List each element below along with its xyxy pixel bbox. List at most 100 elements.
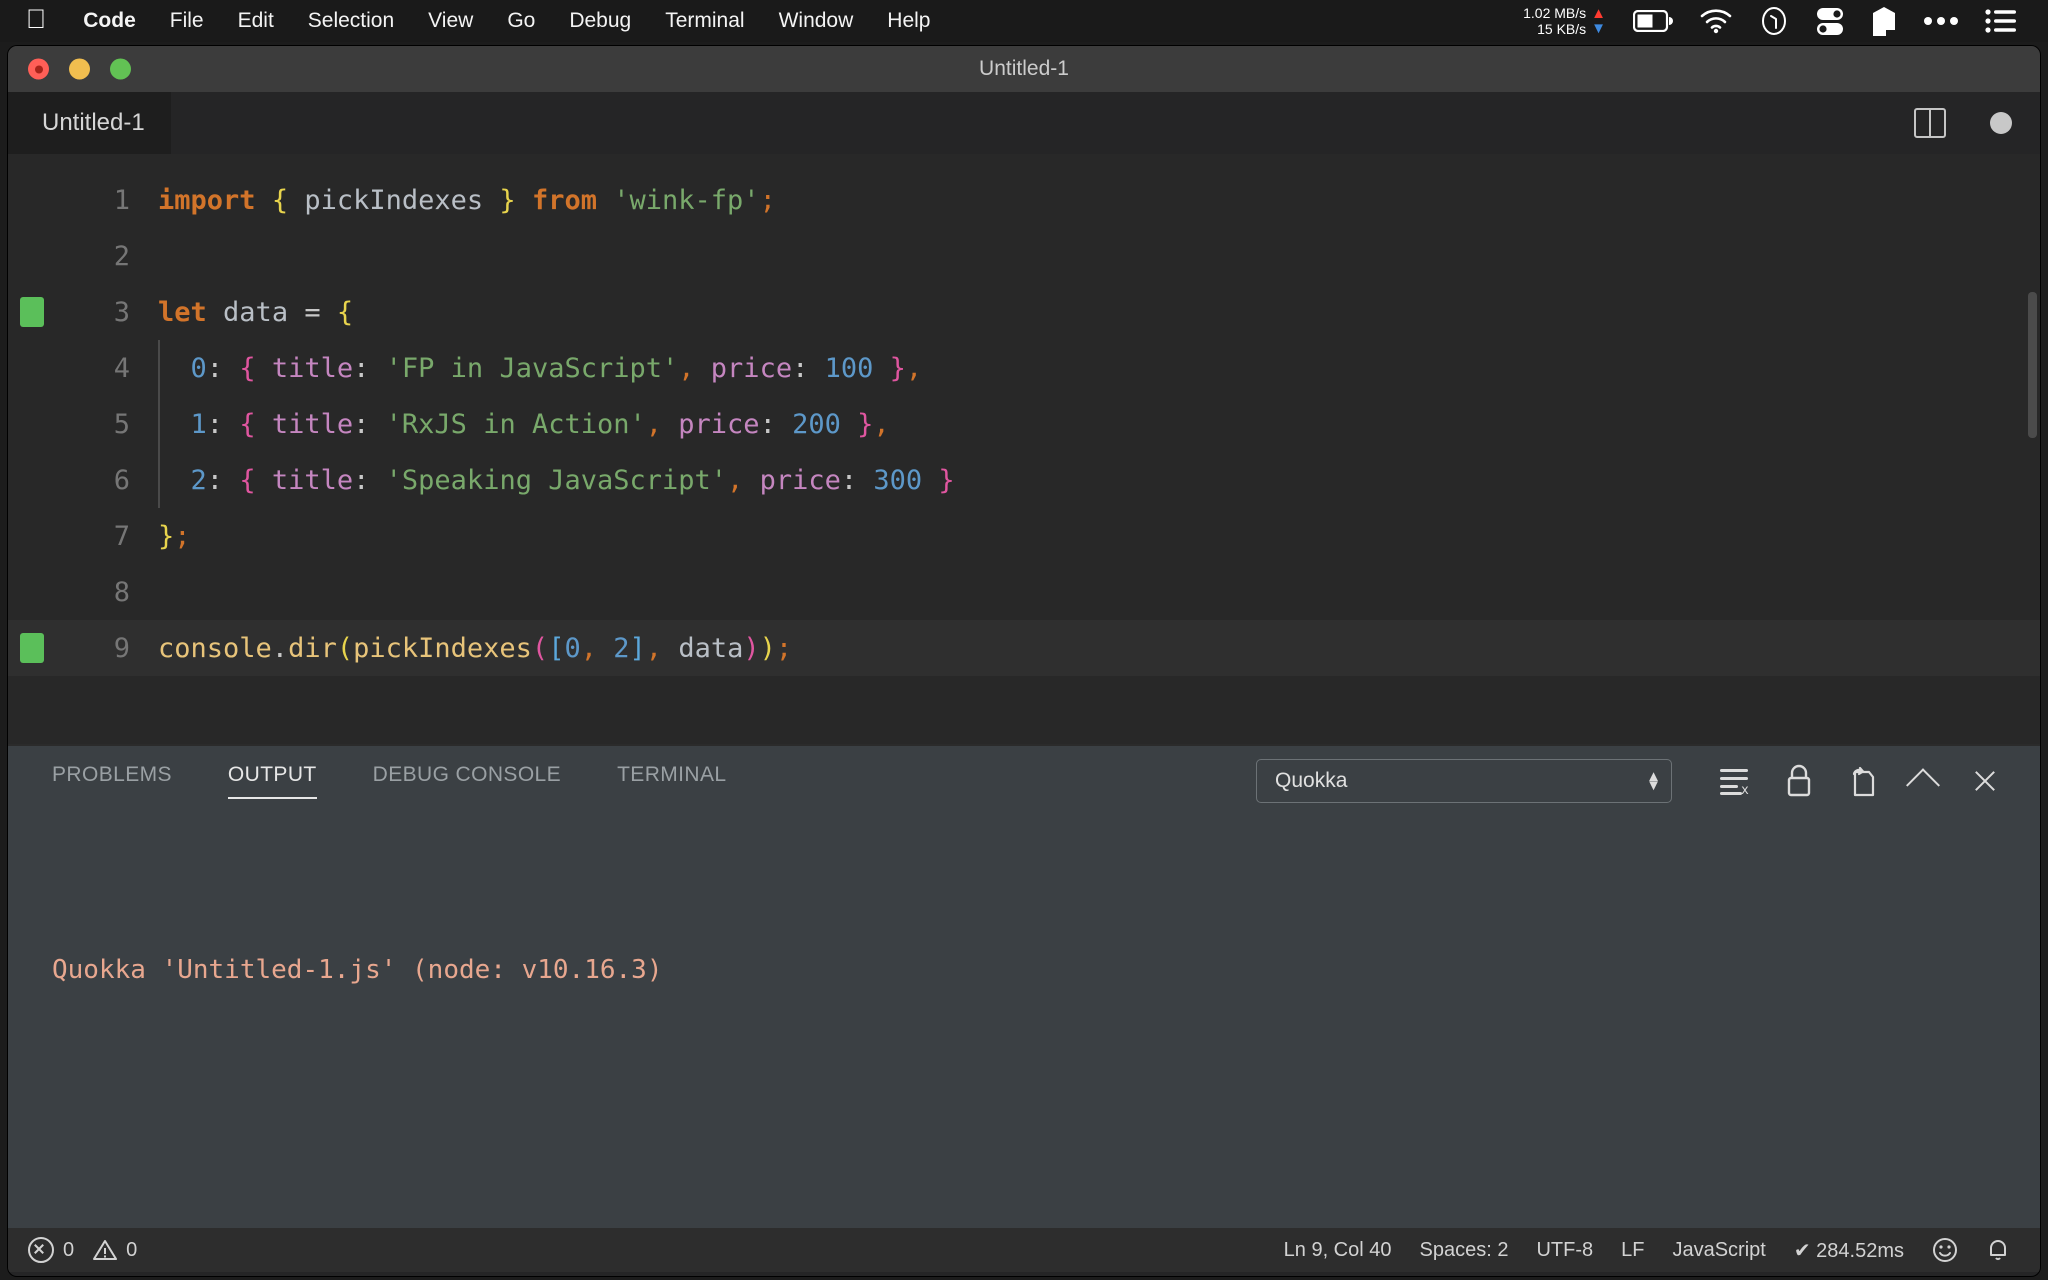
- quokka-run-time[interactable]: ✔ 284.52ms: [1780, 1238, 1918, 1263]
- code-line[interactable]: 9 console.dir(pickIndexes([0, 2], data));: [8, 620, 2040, 676]
- code-line[interactable]: 1 import { pickIndexes } from 'wink-fp';: [8, 172, 2040, 228]
- toggles-icon[interactable]: [1802, 0, 1858, 42]
- menu-item-file[interactable]: File: [153, 9, 221, 33]
- close-panel-icon[interactable]: [1954, 746, 2016, 816]
- code-line[interactable]: 8: [8, 564, 2040, 620]
- eol-setting[interactable]: LF: [1607, 1239, 1658, 1262]
- line-number: 6: [113, 464, 130, 496]
- code-line[interactable]: 5 1: { title: 'RxJS in Action', price: 2…: [8, 395, 2040, 452]
- menu-item-window[interactable]: Window: [762, 9, 871, 33]
- code-token: :: [353, 352, 370, 384]
- panel-actions: Quokka ▲ ▼ x: [1256, 746, 2016, 816]
- breakpoint-marker-icon[interactable]: [20, 633, 44, 663]
- output-content[interactable]: Quokka 'Untitled-1.js' (node: v10.16.3) …: [8, 816, 2040, 1276]
- code-token: }: [158, 520, 175, 552]
- code-token: ,: [727, 464, 744, 496]
- battery-icon[interactable]: [1620, 0, 1686, 42]
- code-lines-container: 1 import { pickIndexes } from 'wink-fp'; 2…: [8, 172, 2040, 676]
- cursor-position[interactable]: Ln 9, Col 40: [1270, 1239, 1406, 1262]
- indent-guide: [158, 395, 160, 452]
- breakpoint-marker-icon[interactable]: [20, 297, 44, 327]
- upload-arrow-icon: ▲: [1591, 5, 1606, 22]
- language-mode[interactable]: JavaScript: [1658, 1239, 1779, 1262]
- code-token: 'FP in JavaScript': [385, 352, 679, 384]
- panel-tab-problems[interactable]: PROBLEMS: [52, 763, 172, 799]
- wifi-icon[interactable]: [1686, 0, 1746, 42]
- network-download-speed: 15 KB/s: [1537, 21, 1587, 37]
- collapse-panel-icon[interactable]: [1892, 746, 1954, 816]
- unsaved-dot-icon[interactable]: [1990, 112, 2012, 134]
- code-token: dir: [288, 632, 337, 664]
- panel-tab-terminal[interactable]: TERMINAL: [617, 763, 726, 799]
- editor-tab-untitled-1[interactable]: Untitled-1: [8, 92, 171, 154]
- panel-tab-output[interactable]: OUTPUT: [227, 763, 317, 799]
- split-editor-icon[interactable]: [1914, 108, 1946, 138]
- indent-guide: [158, 451, 160, 508]
- window-title: Untitled-1: [979, 57, 1069, 80]
- indentation-setting[interactable]: Spaces: 2: [1406, 1239, 1523, 1262]
- output-channel-select[interactable]: Quokka ▲ ▼: [1256, 759, 1672, 803]
- code-token: :: [206, 408, 224, 440]
- svg-text:x: x: [1741, 783, 1749, 796]
- menu-item-go[interactable]: Go: [490, 9, 552, 33]
- warning-icon: [93, 1239, 118, 1261]
- code-token: from: [531, 184, 597, 216]
- menu-item-view[interactable]: View: [411, 9, 490, 33]
- apple-logo-icon[interactable]: : [22, 5, 66, 37]
- code-token: 100: [824, 352, 874, 384]
- code-token: 2: [613, 632, 630, 664]
- menu-item-terminal[interactable]: Terminal: [648, 9, 761, 33]
- lock-scroll-icon[interactable]: [1768, 746, 1830, 816]
- clear-output-icon[interactable]: x: [1706, 746, 1768, 816]
- ellipsis-icon[interactable]: [1910, 0, 1972, 42]
- network-speed-indicator[interactable]: 1.02 MB/s 15 KB/s ▲ ▼: [1523, 5, 1606, 37]
- menu-item-selection[interactable]: Selection: [291, 9, 411, 33]
- editor-scrollbar-thumb[interactable]: [2028, 292, 2037, 438]
- line-number: 4: [113, 352, 130, 384]
- bell-icon[interactable]: [1972, 1237, 2024, 1263]
- menu-item-code[interactable]: Code: [66, 9, 153, 33]
- menu-item-debug[interactable]: Debug: [552, 9, 648, 33]
- error-count: 0: [63, 1238, 75, 1261]
- code-token: pickIndexes: [304, 184, 484, 216]
- macos-menu-bar:  Code File Edit Selection View Go Debug…: [0, 0, 2048, 42]
- code-token: :: [840, 464, 858, 496]
- bottom-panel: PROBLEMS OUTPUT DEBUG CONSOLE TERMINAL Q…: [8, 744, 2040, 1228]
- smiley-icon[interactable]: [1918, 1237, 1972, 1263]
- shield-icon[interactable]: [1858, 0, 1910, 42]
- close-window-button[interactable]: [28, 58, 49, 80]
- code-line[interactable]: 4 0: { title: 'FP in JavaScript', price:…: [8, 339, 2040, 396]
- encoding-setting[interactable]: UTF-8: [1522, 1239, 1607, 1262]
- code-editor[interactable]: 1 import { pickIndexes } from 'wink-fp'; 2…: [8, 154, 2040, 744]
- code-token: :: [759, 408, 776, 440]
- control-center-icon[interactable]: [1972, 0, 2030, 42]
- code-line[interactable]: 3 let data = {: [8, 284, 2040, 340]
- editor-tab-bar: Untitled-1: [8, 92, 2040, 154]
- menu-item-help[interactable]: Help: [870, 9, 947, 33]
- panel-tab-debug-console[interactable]: DEBUG CONSOLE: [373, 763, 561, 799]
- maximize-window-button[interactable]: [110, 58, 131, 80]
- open-in-editor-icon[interactable]: [1830, 746, 1892, 816]
- menu-item-edit[interactable]: Edit: [221, 9, 291, 33]
- code-line-text: import { pickIndexes } from 'wink-fp';: [158, 185, 776, 216]
- minimize-window-button[interactable]: [69, 58, 90, 80]
- status-bar-problems[interactable]: 0 0: [8, 1237, 137, 1263]
- code-token: [: [548, 632, 565, 664]
- line-number: 1: [113, 184, 130, 216]
- clock-icon[interactable]: [1746, 0, 1802, 42]
- code-token: title: [271, 464, 354, 496]
- code-line[interactable]: 2: [8, 228, 2040, 284]
- code-line[interactable]: 6 2: { title: 'Speaking JavaScript', pri…: [8, 451, 2040, 508]
- code-line[interactable]: 7};: [8, 508, 2040, 564]
- network-upload-speed: 1.02 MB/s: [1523, 5, 1587, 21]
